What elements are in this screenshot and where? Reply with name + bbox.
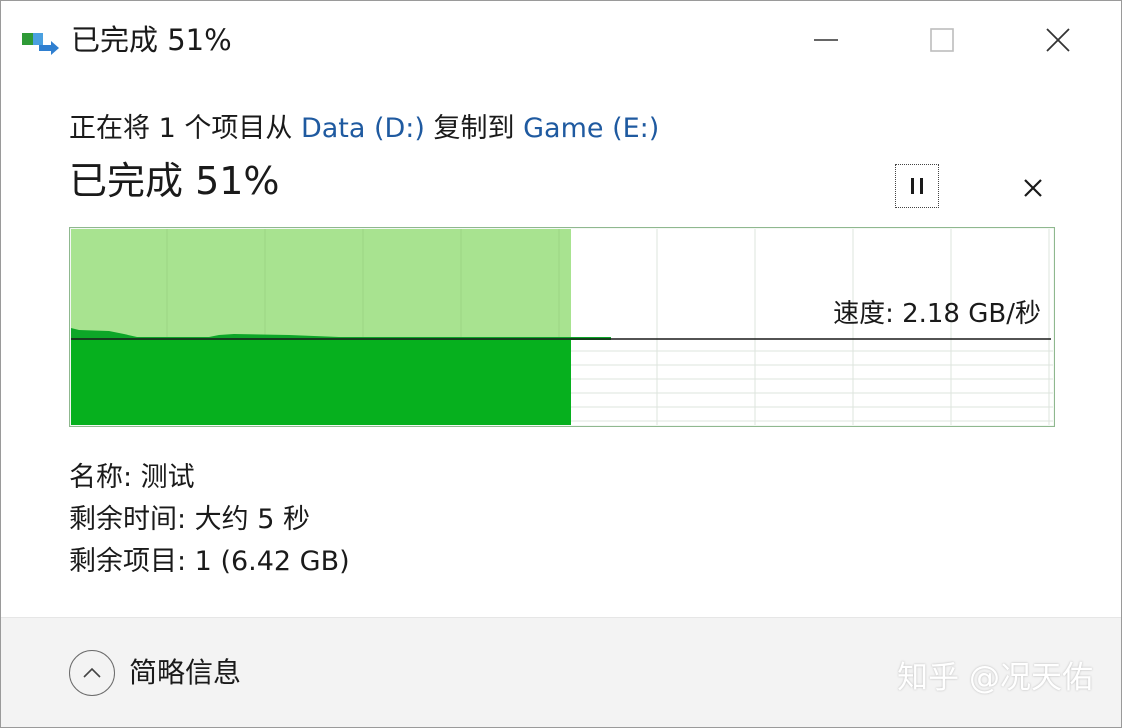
window-title: 已完成 51% — [71, 23, 232, 57]
copy-description: 正在将 1 个项目从 Data (D:) 复制到 Game (E:) — [69, 111, 659, 147]
item-name: 名称: 测试 — [69, 462, 195, 493]
copy-details: 名称: 测试 剩余时间: 大约 5 秒 剩余项目: 1 (6.42 GB) — [69, 457, 350, 583]
progress-heading: 已完成 51% — [69, 159, 280, 203]
source-location-link[interactable]: Data (D:) — [301, 113, 425, 144]
maximize-icon — [930, 28, 954, 52]
items-remaining: 剩余项目: 1 (6.42 GB) — [69, 546, 350, 577]
watermark-text: 知乎 @况天佑 — [897, 660, 1093, 696]
progress-fill-light — [71, 229, 571, 340]
copy-middle-text: 复制到 — [424, 113, 524, 144]
pause-button[interactable] — [895, 164, 939, 208]
file-copy-icon — [22, 33, 59, 55]
copy-prefix-text: 正在将 1 个项目从 — [69, 113, 301, 144]
title-bar: 已完成 51% — [1, 1, 1121, 79]
copy-dialog-window: 已完成 51% 正在将 1 个项目从 Data (D:) 复制到 Game (E… — [0, 0, 1122, 728]
speed-label: 速度: 2.18 GB/秒 — [833, 299, 1041, 329]
dialog-footer: 简略信息 知乎 @况天佑 — [1, 618, 1121, 727]
minimize-icon — [814, 39, 838, 41]
cancel-icon — [1024, 179, 1042, 197]
destination-location-link[interactable]: Game (E:) — [523, 113, 659, 144]
chevron-up-icon — [69, 650, 115, 696]
cancel-button[interactable] — [1011, 166, 1055, 210]
transfer-speed-graph: 速度: 2.18 GB/秒 — [68, 226, 1056, 428]
close-button[interactable] — [1003, 1, 1113, 79]
time-remaining: 剩余时间: 大约 5 秒 — [69, 504, 311, 535]
progress-fill-dark — [71, 340, 571, 425]
minimize-button[interactable] — [771, 1, 881, 79]
maximize-button[interactable] — [887, 1, 997, 79]
pause-icon — [911, 178, 923, 194]
fewer-details-toggle[interactable]: 简略信息 — [69, 650, 241, 696]
fewer-details-label: 简略信息 — [129, 656, 242, 689]
close-icon — [1046, 28, 1070, 52]
